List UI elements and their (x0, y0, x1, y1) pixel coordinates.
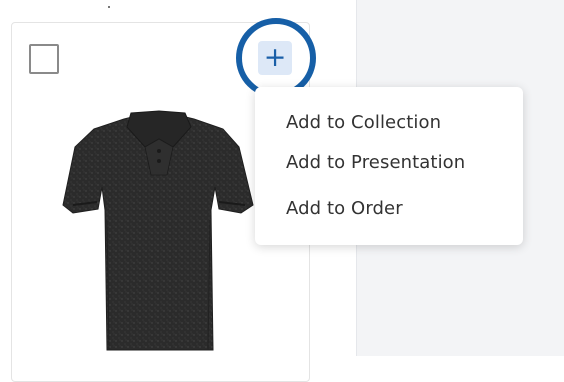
menu-item-add-to-order[interactable]: Add to Order (286, 198, 403, 219)
cropped-text-fragment (108, 6, 110, 8)
plus-icon: + (263, 41, 287, 73)
polo-shirt-icon (62, 110, 254, 351)
menu-item-add-to-collection[interactable]: Add to Collection (286, 112, 441, 133)
menu-item-add-to-presentation[interactable]: Add to Presentation (286, 152, 465, 173)
product-select-checkbox[interactable] (29, 44, 59, 74)
add-to-button[interactable]: + (258, 41, 292, 75)
add-to-menu: Add to Collection Add to Presentation Ad… (255, 87, 523, 245)
